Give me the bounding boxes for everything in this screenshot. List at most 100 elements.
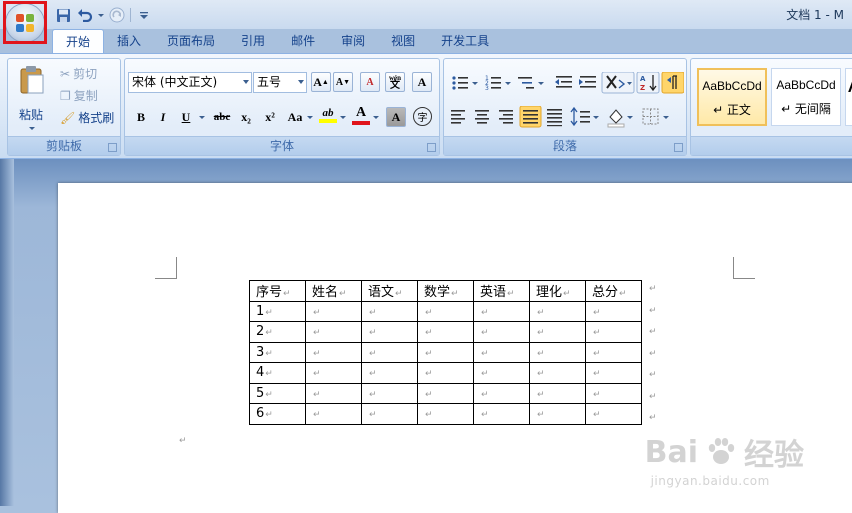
table-cell[interactable]: ↵ <box>361 362 418 384</box>
phonetic-guide-button[interactable]: wén 文 <box>385 72 405 92</box>
table-cell[interactable]: ↵ <box>473 403 530 425</box>
tab-references[interactable]: 引用 <box>228 29 278 53</box>
grow-font-button[interactable]: A ▲ <box>311 72 331 92</box>
character-border-button[interactable]: A <box>412 72 432 92</box>
table-header-cell[interactable]: 姓名↵ <box>305 280 362 302</box>
show-hide-marks-icon[interactable] <box>661 72 684 94</box>
clipboard-launcher-icon[interactable] <box>108 143 117 152</box>
table-cell[interactable]: ↵ <box>473 341 530 363</box>
subscript-button[interactable]: x₂ <box>236 107 256 127</box>
table-header-cell[interactable]: 语文↵ <box>361 280 418 302</box>
table-cell[interactable]: 5↵ <box>249 382 306 404</box>
table-cell[interactable]: ↵ <box>417 321 474 343</box>
table-cell[interactable]: ↵ <box>305 341 362 363</box>
table-cell[interactable]: ↵ <box>473 382 530 404</box>
justify-icon[interactable] <box>519 106 542 128</box>
table-cell[interactable]: ↵ <box>305 300 362 322</box>
font-color-button[interactable]: A <box>351 105 371 125</box>
font-launcher-icon[interactable] <box>427 143 436 152</box>
bold-button[interactable]: B <box>131 107 151 127</box>
table-cell[interactable]: 1↵ <box>249 300 306 322</box>
shrink-font-button[interactable]: A ▼ <box>333 72 353 92</box>
enclose-characters-button[interactable]: 字 <box>413 107 432 126</box>
table-cell[interactable]: ↵ <box>529 382 586 404</box>
decrease-indent-icon[interactable] <box>555 76 572 88</box>
change-case-dropdown-icon[interactable] <box>307 116 313 119</box>
style-heading-partial[interactable]: A <box>845 68 852 126</box>
numbering-icon[interactable]: 123 <box>485 75 511 92</box>
undo-icon[interactable] <box>76 6 94 24</box>
table-cell[interactable]: ↵ <box>473 321 530 343</box>
multilevel-list-icon[interactable] <box>518 77 544 89</box>
paste-button[interactable]: 粘贴 <box>14 63 50 135</box>
table-cell[interactable]: ↵ <box>361 382 418 404</box>
table-cell[interactable]: ↵ <box>529 362 586 384</box>
style-no-spacing[interactable]: AaBbCcDd ↵ 无间隔 <box>771 68 841 126</box>
align-right-icon[interactable] <box>499 110 513 124</box>
table-cell[interactable]: ↵ <box>305 321 362 343</box>
paragraph-launcher-icon[interactable] <box>674 143 683 152</box>
table-cell[interactable]: ↵ <box>361 300 418 322</box>
sort-icon[interactable]: AZ <box>636 72 660 94</box>
table-cell[interactable]: ↵ <box>361 403 418 425</box>
cut-button[interactable]: ✂ 剪切 <box>60 65 97 82</box>
table-cell[interactable]: 6↵ <box>249 403 306 425</box>
table-cell[interactable]: ↵ <box>305 362 362 384</box>
character-shading-button[interactable]: A <box>386 107 406 127</box>
table-header-cell[interactable]: 总分↵ <box>585 280 642 302</box>
table-cell[interactable]: ↵ <box>473 362 530 384</box>
table-cell[interactable]: ↵ <box>417 362 474 384</box>
table-cell[interactable]: ↵ <box>417 382 474 404</box>
score-table[interactable]: 序号↵ 姓名↵ 语文↵ 数学↵ 英语↵ 理化↵ 总分↵ 1↵ ↵ ↵ ↵ ↵ ↵ ↵ 2↵ ↵ ↵… <box>249 280 642 425</box>
table-cell[interactable]: ↵ <box>305 382 362 404</box>
superscript-button[interactable]: x² <box>260 107 280 127</box>
customize-qat-icon[interactable] <box>135 6 153 24</box>
tab-review[interactable]: 审阅 <box>328 29 378 53</box>
table-header-cell[interactable]: 理化↵ <box>529 280 586 302</box>
table-cell[interactable]: ↵ <box>361 321 418 343</box>
table-cell[interactable]: ↵ <box>361 341 418 363</box>
table-cell[interactable]: ↵ <box>473 300 530 322</box>
table-header-cell[interactable]: 序号↵ <box>249 280 306 302</box>
italic-button[interactable]: I <box>153 107 173 127</box>
tab-developer[interactable]: 开发工具 <box>428 29 502 53</box>
align-left-icon[interactable] <box>451 110 465 124</box>
table-cell[interactable]: ↵ <box>585 341 642 363</box>
tab-insert[interactable]: 插入 <box>104 29 154 53</box>
borders-icon[interactable] <box>642 108 669 125</box>
highlight-dropdown-icon[interactable] <box>340 116 346 119</box>
paragraph-shading-icon[interactable] <box>607 109 633 128</box>
save-icon[interactable] <box>54 6 72 24</box>
distributed-icon[interactable] <box>547 109 562 127</box>
table-cell[interactable]: ↵ <box>585 403 642 425</box>
chinese-layout-icon[interactable] <box>601 72 635 94</box>
table-cell[interactable]: ↵ <box>585 382 642 404</box>
font-color-dropdown-icon[interactable] <box>373 116 379 119</box>
undo-dropdown-icon[interactable] <box>98 13 104 17</box>
table-header-cell[interactable]: 数学↵ <box>417 280 474 302</box>
font-size-dropdown-icon[interactable] <box>298 80 304 84</box>
font-name-combo[interactable]: 宋体 (中文正文) <box>128 72 252 93</box>
tab-mailings[interactable]: 邮件 <box>278 29 328 53</box>
redo-icon[interactable] <box>108 6 126 24</box>
underline-button[interactable]: U <box>176 107 196 127</box>
font-name-dropdown-icon[interactable] <box>243 80 249 84</box>
align-center-icon[interactable] <box>475 110 489 124</box>
table-cell[interactable]: ↵ <box>585 362 642 384</box>
table-cell[interactable]: 2↵ <box>249 321 306 343</box>
highlight-button[interactable]: ab <box>317 105 339 125</box>
table-cell[interactable]: ↵ <box>417 300 474 322</box>
table-cell[interactable]: ↵ <box>417 341 474 363</box>
paste-dropdown-icon[interactable] <box>29 127 35 130</box>
table-cell[interactable]: ↵ <box>585 321 642 343</box>
table-cell[interactable]: ↵ <box>529 341 586 363</box>
format-painter-button[interactable]: 🖌 格式刷 <box>60 109 114 126</box>
bullets-icon[interactable] <box>452 76 478 90</box>
underline-dropdown-icon[interactable] <box>199 116 205 119</box>
clear-formatting-button[interactable]: A <box>360 72 380 92</box>
strikethrough-button[interactable]: abc <box>208 107 236 127</box>
style-normal[interactable]: AaBbCcDd ↵ 正文 <box>697 68 767 126</box>
table-cell[interactable]: 3↵ <box>249 341 306 363</box>
table-cell[interactable]: ↵ <box>305 403 362 425</box>
tab-home[interactable]: 开始 <box>52 29 105 53</box>
